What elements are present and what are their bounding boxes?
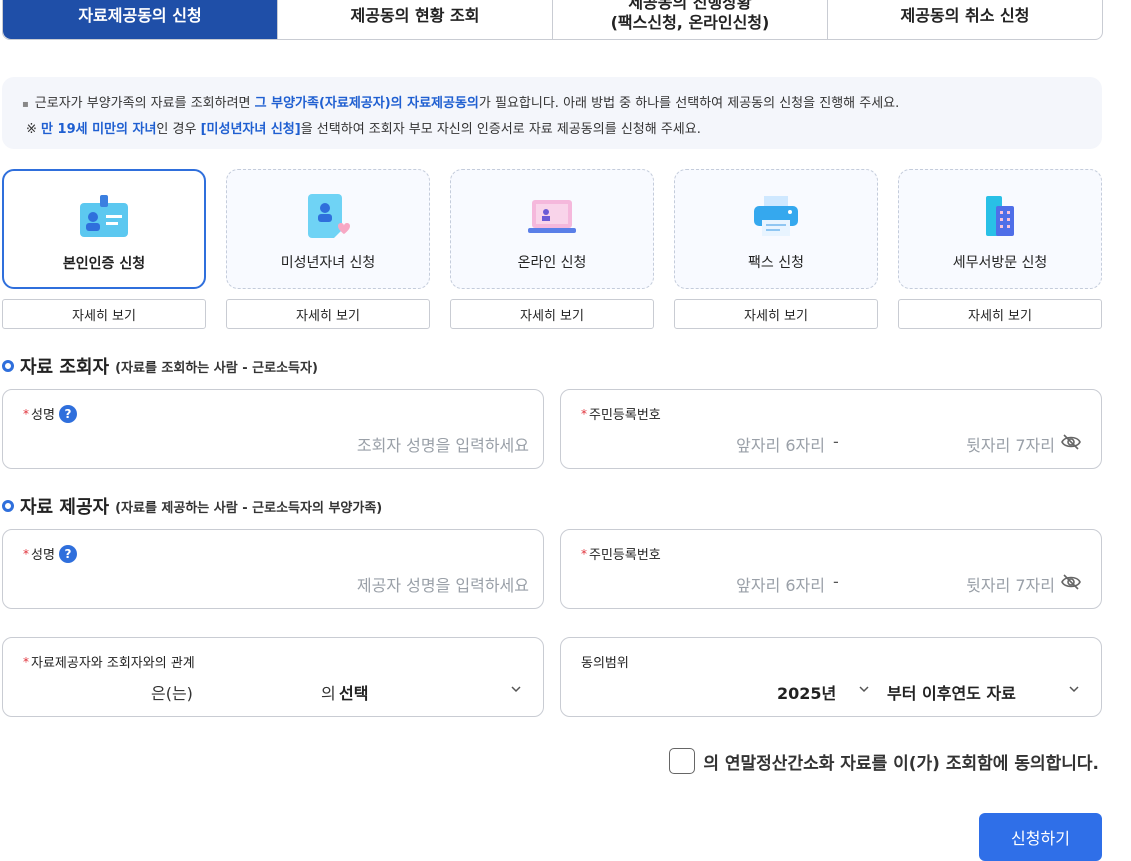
method-label: 본인인증 신청	[62, 256, 146, 272]
rrn-front-input[interactable]: 앞자리 6자리	[736, 432, 825, 456]
tab-consent-cancel[interactable]: 제공동의 취소 신청	[827, 0, 1102, 39]
section-provider-header: 자료 제공자 (자료를 제공하는 사람 - 근로소득자의 부양가족)	[2, 493, 382, 519]
scope-field: 동의범위 2025년 부터 이후연도 자료	[560, 637, 1102, 717]
detail-button-tax-office[interactable]: 자세히 보기	[898, 299, 1102, 329]
agreement-row: 의 연말정산간소화 자료를 이(가) 조회함에 동의합니다.	[669, 748, 1099, 774]
tab-label-sub: (팩스신청, 온라인신청)	[610, 13, 770, 32]
label-text: 성명	[31, 548, 55, 563]
inquirer-name-field[interactable]: * 성명? 조회자 성명을 입력하세요	[2, 389, 544, 469]
tab-bar: 자료제공동의 신청 제공동의 현황 조회 제공동의 진행상황 (팩스신청, 온라인…	[2, 0, 1103, 40]
required-mark: *	[23, 546, 29, 561]
label-text: 주민등록번호	[589, 408, 661, 423]
inquirer-rrn-field[interactable]: * 주민등록번호 앞자리 6자리 - 뒷자리 7자리	[560, 389, 1102, 469]
notice-text: 가 필요합니다. 아래 방법 중 하나를 선택하여 제공동의 신청을 진행해 주…	[478, 96, 900, 111]
tab-label: 자료제공동의 신청	[78, 6, 202, 25]
label-text: 동의범위	[581, 656, 629, 671]
method-online[interactable]: 온라인 신청	[450, 169, 654, 289]
field-label: 동의범위	[581, 652, 629, 671]
rrn-back-input[interactable]: 뒷자리 7자리	[966, 432, 1055, 456]
provider-name-input[interactable]: 제공자 성명을 입력하세요	[357, 572, 529, 596]
method-label: 온라인 신청	[517, 255, 587, 271]
help-icon[interactable]: ?	[58, 544, 77, 563]
help-icon[interactable]: ?	[58, 404, 77, 423]
tab-label: 제공동의 진행상황	[628, 0, 752, 12]
notice-emphasis: 그 부양가족(자료제공자)의 자료제공동의	[254, 96, 479, 111]
relation-text: 은(는)	[151, 684, 193, 703]
notice-text: 근로자가 부양가족의 자료를 조회하려면	[34, 96, 255, 111]
rrn-dash: -	[833, 432, 839, 451]
relation-field: * 자료제공자와 조회자와의 관계 은(는) 의 선택	[2, 637, 544, 717]
provider-rrn-field[interactable]: * 주민등록번호 앞자리 6자리 - 뒷자리 7자리	[560, 529, 1102, 609]
tab-label: 제공동의 현황 조회	[350, 6, 480, 25]
notice-box: ▪ 근로자가 부양가족의 자료를 조회하려면 그 부양가족(자료제공자)의 자료제…	[2, 77, 1102, 149]
rrn-back-input[interactable]: 뒷자리 7자리	[966, 572, 1055, 596]
detail-button-fax[interactable]: 자세히 보기	[674, 299, 878, 329]
required-mark: *	[581, 406, 587, 421]
scope-year-select[interactable]: 2025년	[777, 680, 836, 704]
eye-off-icon[interactable]	[1061, 574, 1081, 590]
relation-select[interactable]: 선택	[339, 680, 368, 704]
tab-consent-application[interactable]: 자료제공동의 신청	[3, 0, 277, 39]
agreement-text: 의 연말정산간소화 자료를 이(가) 조회함에 동의합니다.	[703, 753, 1099, 774]
submit-button[interactable]: 신청하기	[979, 813, 1102, 861]
detail-button-online[interactable]: 자세히 보기	[450, 299, 654, 329]
required-mark: *	[23, 406, 29, 421]
method-tax-office[interactable]: 세무서방문 신청	[898, 169, 1102, 289]
detail-button-self-auth[interactable]: 자세히 보기	[2, 299, 206, 329]
notice-emphasis: [미성년자녀 신청]	[200, 122, 301, 137]
required-mark: *	[581, 546, 587, 561]
tab-consent-progress[interactable]: 제공동의 진행상황 (팩스신청, 온라인신청)	[552, 0, 827, 39]
notice-text: 을 선택하여 조회자 부모 자신의 인증서로 자료 제공동의를 신청해 주세요.	[300, 122, 701, 137]
section-subtitle: (자료를 제공하는 사람 - 근로소득자의 부양가족)	[115, 500, 383, 516]
chevron-down-icon[interactable]	[1069, 684, 1079, 694]
field-label: * 성명?	[23, 404, 77, 423]
field-label: * 성명?	[23, 544, 77, 563]
child-document-icon	[302, 192, 354, 240]
laptop-icon	[526, 192, 578, 240]
required-mark: *	[23, 654, 29, 669]
method-self-auth[interactable]: 본인인증 신청	[2, 169, 206, 289]
eye-off-icon[interactable]	[1061, 434, 1081, 450]
building-icon	[974, 192, 1026, 240]
method-label: 팩스 신청	[748, 255, 804, 271]
provider-name-field[interactable]: * 성명? 제공자 성명을 입력하세요	[2, 529, 544, 609]
chevron-down-icon[interactable]	[511, 684, 521, 694]
label-text: 성명	[31, 408, 55, 423]
agreement-checkbox[interactable]	[669, 748, 696, 774]
section-title: 자료 제공자	[20, 497, 110, 518]
field-label: * 주민등록번호	[581, 404, 661, 424]
method-label: 미성년자녀 신청	[280, 255, 376, 271]
rrn-dash: -	[833, 572, 839, 591]
circle-bullet-icon	[2, 360, 14, 372]
scope-range-select[interactable]: 부터 이후연도 자료	[887, 680, 1016, 704]
field-label: * 자료제공자와 조회자와의 관계	[23, 652, 195, 672]
circle-bullet-icon	[2, 500, 14, 512]
notice-text: 인 경우	[156, 122, 201, 137]
inquirer-name-input[interactable]: 조회자 성명을 입력하세요	[357, 432, 529, 456]
id-card-icon	[78, 193, 130, 241]
notice-line-2: ※ 만 19세 미만의 자녀인 경우 [미성년자녀 신청]을 선택하여 조회자 …	[22, 117, 1082, 142]
chevron-down-icon[interactable]	[859, 684, 869, 694]
method-fax[interactable]: 팩스 신청	[674, 169, 878, 289]
method-cards: 본인인증 신청 미성년자녀 신청 온라인 신청 팩스 신청 세무서방문 신청 자…	[2, 169, 1102, 329]
field-label: * 주민등록번호	[581, 544, 661, 564]
bullet-icon: ▪	[22, 99, 29, 110]
notice-line-1: ▪ 근로자가 부양가족의 자료를 조회하려면 그 부양가족(자료제공자)의 자료제…	[22, 91, 1082, 117]
tab-consent-status[interactable]: 제공동의 현황 조회	[277, 0, 552, 39]
method-label: 세무서방문 신청	[952, 255, 1048, 271]
rrn-front-input[interactable]: 앞자리 6자리	[736, 572, 825, 596]
tab-label: 제공동의 취소 신청	[900, 6, 1030, 25]
relation-text: 의	[321, 684, 336, 703]
label-text: 자료제공자와 조회자와의 관계	[31, 656, 195, 671]
section-subtitle: (자료를 조회하는 사람 - 근로소득자)	[115, 360, 318, 376]
notice-text: ※	[26, 122, 42, 137]
section-title: 자료 조회자	[20, 357, 110, 378]
method-minor-child[interactable]: 미성년자녀 신청	[226, 169, 430, 289]
detail-button-minor-child[interactable]: 자세히 보기	[226, 299, 430, 329]
label-text: 주민등록번호	[589, 548, 661, 563]
section-inquirer-header: 자료 조회자 (자료를 조회하는 사람 - 근로소득자)	[2, 353, 318, 379]
fax-printer-icon	[750, 192, 802, 240]
notice-emphasis: 만 19세 미만의 자녀	[41, 122, 157, 137]
